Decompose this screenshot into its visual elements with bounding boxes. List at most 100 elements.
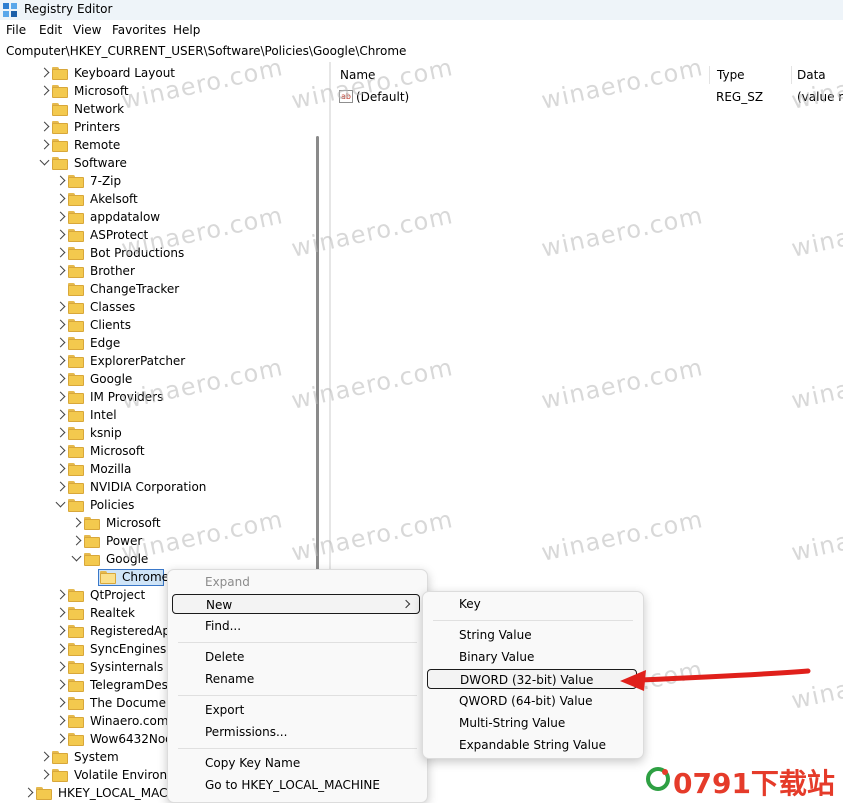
tree-node[interactable]: Google <box>0 551 320 569</box>
tree-node[interactable]: Printers <box>0 119 320 137</box>
chevron-right-icon[interactable] <box>55 661 66 672</box>
column-divider[interactable] <box>709 66 710 84</box>
menu-item-new[interactable]: New <box>172 594 420 614</box>
tree-node[interactable]: IM Providers <box>0 389 320 407</box>
column-header-data[interactable]: Data <box>797 68 826 82</box>
menu-item-copy-key-name[interactable]: Copy Key Name <box>172 753 420 773</box>
chevron-right-icon[interactable] <box>39 139 50 150</box>
tree-node[interactable]: Power <box>0 533 320 551</box>
menu-item-go-to-hkey-local-machine[interactable]: Go to HKEY_LOCAL_MACHINE <box>172 775 420 795</box>
tree-node[interactable]: Bot Productions <box>0 245 320 263</box>
tree-node[interactable]: 7-Zip <box>0 173 320 191</box>
chevron-right-icon[interactable] <box>55 481 66 492</box>
chevron-right-icon[interactable] <box>55 193 66 204</box>
chevron-right-icon[interactable] <box>55 643 66 654</box>
address-path[interactable]: Computer\HKEY_CURRENT_USER\Software\Poli… <box>6 44 406 58</box>
tree-node[interactable]: Network <box>0 101 320 119</box>
menu-edit[interactable]: Edit <box>39 23 62 37</box>
chevron-right-icon[interactable] <box>39 751 50 762</box>
chevron-right-icon[interactable] <box>39 67 50 78</box>
chevron-down-icon[interactable] <box>39 155 50 166</box>
chevron-right-icon[interactable] <box>55 211 66 222</box>
tree-node-label: Brother <box>90 264 135 278</box>
tree-node[interactable]: Software <box>0 155 320 173</box>
chevron-right-icon[interactable] <box>39 769 50 780</box>
chevron-right-icon[interactable] <box>55 373 66 384</box>
chevron-right-icon[interactable] <box>55 319 66 330</box>
chevron-right-icon[interactable] <box>55 391 66 402</box>
column-header-type[interactable]: Type <box>717 68 745 82</box>
chevron-right-icon[interactable] <box>39 121 50 132</box>
tree-node-label: System <box>74 750 119 764</box>
chevron-right-icon[interactable] <box>55 607 66 618</box>
chevron-right-icon[interactable] <box>55 337 66 348</box>
menu-view[interactable]: View <box>73 23 101 37</box>
chevron-right-icon[interactable] <box>55 715 66 726</box>
chevron-right-icon[interactable] <box>55 229 66 240</box>
tree-node[interactable]: NVIDIA Corporation <box>0 479 320 497</box>
chevron-right-icon[interactable] <box>55 409 66 420</box>
chevron-down-icon[interactable] <box>71 551 82 562</box>
tree-node[interactable]: Microsoft <box>0 443 320 461</box>
tree-node[interactable]: Keyboard Layout <box>0 65 320 83</box>
chevron-right-icon[interactable] <box>55 355 66 366</box>
menu-item-string-value[interactable]: String Value <box>427 625 637 645</box>
menu-item-expandable-string-value[interactable]: Expandable String Value <box>427 735 637 755</box>
chevron-right-icon[interactable] <box>55 589 66 600</box>
tree-node[interactable]: ChangeTracker <box>0 281 320 299</box>
chevron-right-icon[interactable] <box>55 247 66 258</box>
menu-item-export[interactable]: Export <box>172 700 420 720</box>
chevron-right-icon[interactable] <box>55 697 66 708</box>
chevron-right-icon[interactable] <box>55 445 66 456</box>
tree-scrollbar[interactable] <box>316 136 319 578</box>
chevron-right-icon[interactable] <box>55 733 66 744</box>
menu-item-key[interactable]: Key <box>427 594 637 614</box>
column-divider[interactable] <box>791 66 792 84</box>
chevron-right-icon[interactable] <box>71 535 82 546</box>
menu-item-label: Expand <box>205 575 250 589</box>
chevron-right-icon[interactable] <box>71 517 82 528</box>
tree-node[interactable]: Edge <box>0 335 320 353</box>
tree-node[interactable]: Remote <box>0 137 320 155</box>
value-name[interactable]: (Default) <box>356 90 409 104</box>
title-bar: Registry Editor <box>0 0 843 20</box>
tree-node[interactable]: appdatalow <box>0 209 320 227</box>
registry-editor-icon <box>3 3 17 17</box>
menu-item-permissions[interactable]: Permissions... <box>172 722 420 742</box>
tree-node[interactable]: Clients <box>0 317 320 335</box>
folder-icon <box>68 679 84 692</box>
column-header-name[interactable]: Name <box>340 68 375 82</box>
address-bar[interactable]: Computer\HKEY_CURRENT_USER\Software\Poli… <box>0 42 843 63</box>
tree-node[interactable]: Intel <box>0 407 320 425</box>
tree-node[interactable]: Google <box>0 371 320 389</box>
chevron-right-icon[interactable] <box>55 265 66 276</box>
chevron-right-icon[interactable] <box>39 85 50 96</box>
chevron-right-icon[interactable] <box>55 175 66 186</box>
tree-node[interactable]: Microsoft <box>0 515 320 533</box>
menu-item-find[interactable]: Find... <box>172 616 420 636</box>
chevron-right-icon[interactable] <box>55 463 66 474</box>
chevron-right-icon[interactable] <box>23 787 34 798</box>
menu-item-delete[interactable]: Delete <box>172 647 420 667</box>
folder-icon <box>68 175 84 188</box>
tree-node[interactable]: Brother <box>0 263 320 281</box>
menu-favorites[interactable]: Favorites <box>112 23 166 37</box>
tree-node[interactable]: Microsoft <box>0 83 320 101</box>
chevron-right-icon[interactable] <box>55 679 66 690</box>
tree-node[interactable]: Classes <box>0 299 320 317</box>
menu-item-multi-string-value[interactable]: Multi-String Value <box>427 713 637 733</box>
chevron-right-icon[interactable] <box>55 301 66 312</box>
tree-node[interactable]: ksnip <box>0 425 320 443</box>
chevron-right-icon[interactable] <box>55 427 66 438</box>
tree-node-label: Chrome <box>122 570 170 584</box>
tree-node[interactable]: Policies <box>0 497 320 515</box>
tree-node[interactable]: ASProtect <box>0 227 320 245</box>
tree-node[interactable]: ExplorerPatcher <box>0 353 320 371</box>
chevron-down-icon[interactable] <box>55 497 66 508</box>
menu-help[interactable]: Help <box>173 23 200 37</box>
tree-node[interactable]: Mozilla <box>0 461 320 479</box>
menu-item-rename[interactable]: Rename <box>172 669 420 689</box>
chevron-right-icon[interactable] <box>55 625 66 636</box>
tree-node[interactable]: Akelsoft <box>0 191 320 209</box>
menu-file[interactable]: File <box>6 23 26 37</box>
